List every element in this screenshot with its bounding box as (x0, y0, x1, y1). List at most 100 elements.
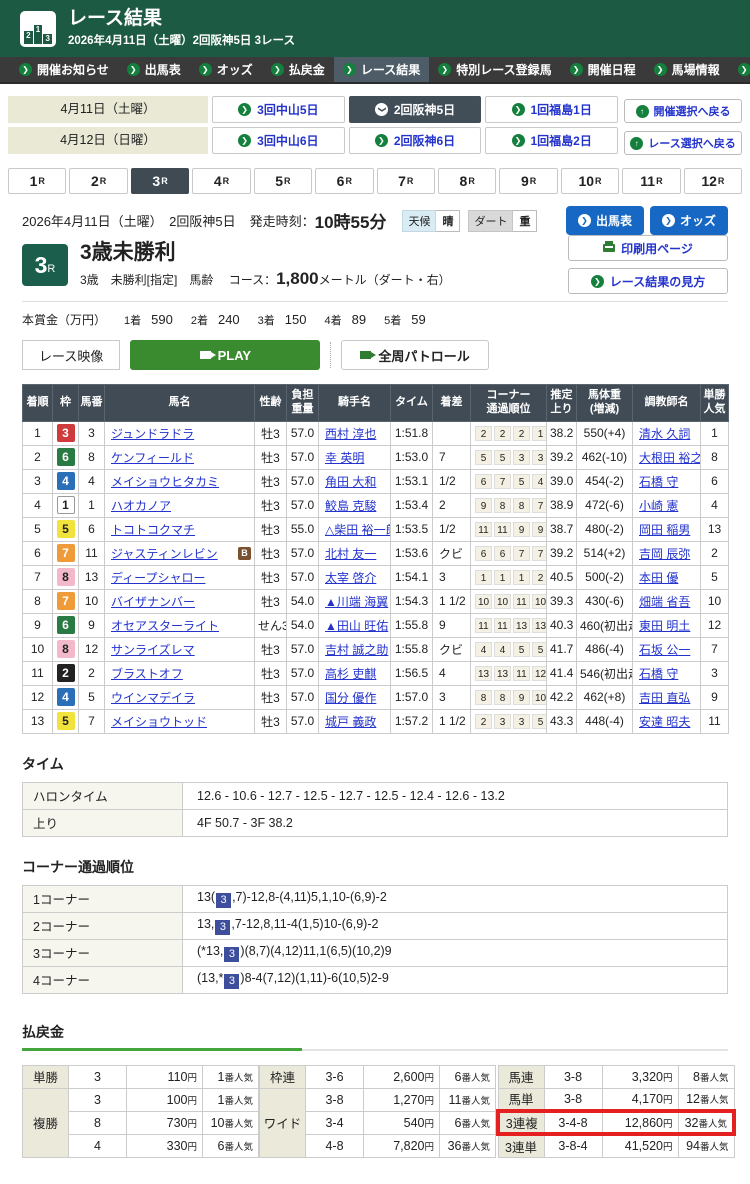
jockey-link[interactable]: ▲田山 旺佑 (325, 619, 388, 633)
trainer-link[interactable]: 小崎 憲 (639, 499, 678, 513)
sex-age: 牡3 (255, 565, 287, 589)
race-tab[interactable]: 6R (315, 168, 373, 194)
race-tab[interactable]: 4R (192, 168, 250, 194)
corner-positions: 2335 (471, 709, 547, 733)
horse-weight: 486(-4) (577, 637, 633, 661)
arrow-right-icon: ❯ (343, 63, 356, 76)
horse-name-link[interactable]: ジュンドラドラ (111, 427, 194, 441)
race-tab[interactable]: 11R (622, 168, 680, 194)
print-page-button[interactable]: 印刷用ページ (568, 235, 728, 261)
nav-item[interactable]: ❯ レース結果 (334, 57, 429, 82)
horse-name-link[interactable]: ディープシャロー (111, 571, 205, 585)
sex-age: 牡3 (255, 421, 287, 445)
finish-position: 7 (23, 565, 53, 589)
jockey-link[interactable]: 北村 友一 (325, 547, 376, 561)
patrol-video-button[interactable]: 全周パトロール (341, 340, 488, 370)
result-guide-button[interactable]: ❯ レース結果の見方 (568, 268, 728, 294)
trainer-link[interactable]: 東田 明土 (639, 619, 690, 633)
horse-name-link[interactable]: トコトコクマチ (111, 523, 195, 537)
nav-item[interactable]: ❯ 出馬表 (118, 57, 190, 82)
last-3f-time: 39.3 (547, 589, 577, 613)
bet-type: 3連単 (498, 1134, 544, 1157)
race-tab[interactable]: 7R (377, 168, 435, 194)
trainer-link[interactable]: 畑端 省吾 (639, 595, 690, 609)
jockey-link[interactable]: 西村 淳也 (325, 427, 376, 441)
jockey-link[interactable]: 幸 英明 (325, 451, 364, 465)
corner-label: 4コーナー (23, 966, 183, 993)
venue-button[interactable]: ❮ 2回阪神5日 (349, 96, 482, 123)
jockey-link[interactable]: 吉村 誠之助 (325, 643, 388, 657)
table-row: 12 4 5 ウインマデイラ 牡3 57.0 国分 優作 1:57.0 3 88… (23, 685, 729, 709)
carried-weight: 57.0 (287, 493, 319, 517)
horse-name-link[interactable]: ブラストオフ (111, 667, 183, 681)
trainer-link[interactable]: 石橋 守 (639, 667, 678, 681)
jockey-link[interactable]: △柴田 裕一郎 (325, 523, 391, 537)
shutsuba-button[interactable]: ❯ 出馬表 (566, 206, 644, 235)
horse-name-link[interactable]: オセアスターライト (111, 619, 219, 633)
horse-name-link[interactable]: サンライズレマ (111, 643, 195, 657)
horse-name-cell: サンライズレマ (105, 637, 255, 661)
trainer-link[interactable]: 吉岡 辰弥 (639, 547, 690, 561)
horse-name-link[interactable]: ジャスティンレビン (111, 547, 218, 561)
jockey-link[interactable]: 高杉 吏麒 (325, 667, 376, 681)
venue-button[interactable]: ❯ 3回中山5日 (212, 96, 345, 123)
trainer-link[interactable]: 本田 優 (639, 571, 678, 585)
horse-name-cell: ジュンドラドラ (105, 421, 255, 445)
jockey-link[interactable]: 城戸 義政 (325, 715, 376, 729)
trainer-link[interactable]: 清水 久詞 (639, 427, 690, 441)
trainer-link[interactable]: 安達 昭夫 (639, 715, 690, 729)
horse-name-link[interactable]: ウインマデイラ (111, 691, 195, 705)
jockey-link[interactable]: 太宰 啓介 (325, 571, 376, 585)
corner-positions: 11111313 (471, 613, 547, 637)
nav-item[interactable]: ❯ 特別レース登録馬 (429, 57, 560, 82)
horse-name-link[interactable]: バイザナンバー (111, 595, 195, 609)
race-tab[interactable]: 8R (438, 168, 496, 194)
venue-button[interactable]: ❯ 1回福島1日 (485, 96, 618, 123)
nav-item[interactable]: ❯ 今週の注目レース (729, 57, 750, 82)
time-section-title: タイム (22, 754, 728, 774)
horse-name-link[interactable]: ハオカノア (111, 499, 171, 513)
nav-item[interactable]: ❯ 払戻金 (262, 57, 334, 82)
corner-label: 3コーナー (23, 939, 183, 966)
finish-time: 1:54.1 (391, 565, 433, 589)
race-tab[interactable]: 2R (69, 168, 127, 194)
trainer-link[interactable]: 岡田 稲男 (639, 523, 690, 537)
odds-button[interactable]: ❯ オッズ (650, 206, 728, 235)
frame-cell: 8 (53, 565, 79, 589)
nav-item[interactable]: ❯ 馬場情報 (645, 57, 729, 82)
venue-button[interactable]: ❯ 1回福島2日 (485, 127, 618, 154)
venue-button[interactable]: ❯ 3回中山6日 (212, 127, 345, 154)
highlighted-horse-3: 3 (215, 920, 230, 935)
horse-name-link[interactable]: ケンフィールド (111, 451, 194, 465)
jockey-link[interactable]: 鮫島 克駿 (325, 499, 376, 513)
race-tab[interactable]: 10R (561, 168, 619, 194)
corner-order: (13,*3)8-4(7,12)(1,11)-6(10,5)2-9 (183, 966, 728, 993)
trainer-link[interactable]: 吉田 直弘 (639, 691, 690, 705)
trainer-link[interactable]: 石坂 公一 (639, 643, 690, 657)
frame-cell: 4 (53, 469, 79, 493)
trainer-cell: 畑端 省吾 (633, 589, 701, 613)
race-tab[interactable]: 3R (131, 168, 189, 194)
play-button[interactable]: PLAY (130, 340, 320, 370)
last-3f-time: 39.0 (547, 469, 577, 493)
back-to-race-select-button[interactable]: ↑ レース選択へ戻る (624, 131, 742, 155)
finish-time: 1:57.0 (391, 685, 433, 709)
nav-item[interactable]: ❯ オッズ (190, 57, 262, 82)
horse-name-link[interactable]: メイショウヒタカミ (111, 475, 219, 489)
race-tab[interactable]: 5R (254, 168, 312, 194)
race-tab[interactable]: 12R (684, 168, 742, 194)
column-header: 馬体重 (増減) (577, 385, 633, 422)
nav-item[interactable]: ❯ 開催お知らせ (10, 57, 118, 82)
venue-button[interactable]: ❯ 2回阪神6日 (349, 127, 482, 154)
race-tab[interactable]: 9R (499, 168, 557, 194)
nav-item[interactable]: ❯ 開催日程 (561, 57, 645, 82)
trainer-link[interactable]: 石橋 守 (639, 475, 678, 489)
back-to-kaisai-button[interactable]: ↑ 開催選択へ戻る (624, 99, 742, 123)
jockey-link[interactable]: ▲川端 海翼 (325, 595, 388, 609)
horse-name-link[interactable]: メイショウトッド (111, 715, 207, 729)
finish-time: 1:53.5 (391, 517, 433, 541)
trainer-link[interactable]: 大根田 裕之 (639, 451, 701, 465)
jockey-link[interactable]: 角田 大和 (325, 475, 376, 489)
race-tab[interactable]: 1R (8, 168, 66, 194)
jockey-link[interactable]: 国分 優作 (325, 691, 376, 705)
